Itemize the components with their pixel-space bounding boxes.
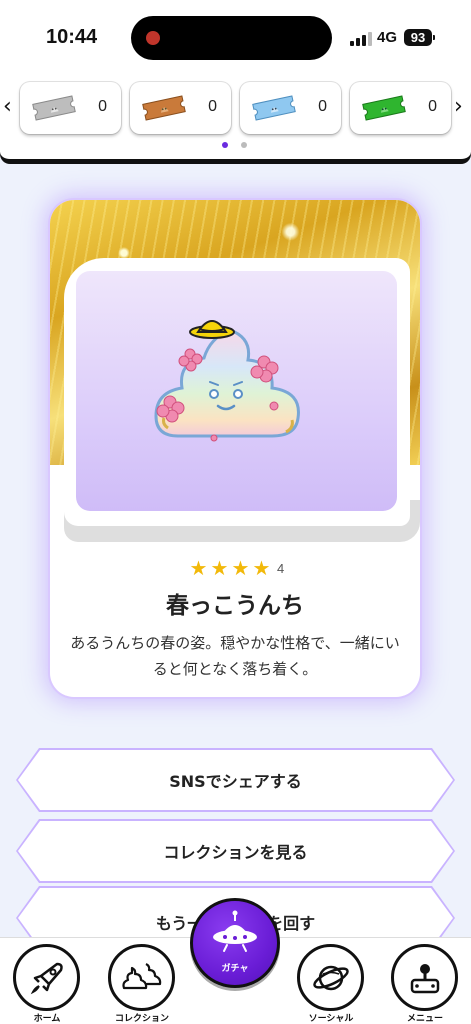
nav-social[interactable]: ソーシャル	[291, 938, 371, 1024]
carousel-dot[interactable]	[241, 142, 247, 148]
chevron-right-icon[interactable]: ›	[454, 94, 463, 119]
view-collection-label: コレクションを見る	[163, 843, 308, 862]
carousel-dot-active[interactable]	[222, 142, 228, 148]
spring-poop-character-icon	[154, 320, 300, 442]
blue-ticket-icon	[252, 95, 296, 121]
dynamic-island	[131, 16, 332, 60]
share-sns-button[interactable]: SNSでシェアする	[18, 750, 453, 810]
green-ticket-icon	[362, 95, 406, 121]
ticket-count: 0	[318, 98, 327, 115]
ticket-row: ‹ 0 0 0 0 ›	[0, 80, 471, 136]
ticket-count: 0	[428, 98, 437, 115]
nav-social-circle[interactable]	[297, 944, 364, 1011]
top-panel: 10:44 4G 93 ‹ 0 0 0 0 ›	[0, 0, 471, 162]
character-description: あるうんちの春の姿。穏やかな性格で、一緒にいると何となく落ち着く。	[70, 634, 400, 678]
nav-gacha-label: ガチャ	[221, 964, 249, 974]
nav-collection-circle[interactable]	[108, 944, 175, 1011]
share-sns-label: SNSでシェアする	[169, 772, 302, 791]
nav-menu-label: メニュー	[406, 1014, 443, 1024]
joystick-icon	[410, 963, 439, 993]
ticket-bronze[interactable]: 0	[130, 82, 231, 134]
nav-menu-circle[interactable]	[391, 944, 458, 1011]
character-card: ★ ★ ★ ★ 4 春っこうんち あるうんちの春の姿。穏やかな性格で、一緒にいる…	[50, 200, 420, 697]
nav-social-label: ソーシャル	[308, 1014, 354, 1024]
view-collection-button[interactable]: コレクションを見る	[18, 821, 453, 881]
status-bar: 10:44 4G 93	[0, 0, 471, 72]
nav-home[interactable]: ホーム	[7, 938, 87, 1024]
silver-ticket-icon	[32, 95, 76, 121]
signal-icon	[350, 30, 374, 46]
nav-menu[interactable]: メニュー	[385, 938, 465, 1024]
bronze-ticket-icon	[142, 95, 186, 121]
chevron-left-icon[interactable]: ‹	[3, 94, 12, 119]
rocket-icon	[30, 962, 63, 994]
nav-collection-label: コレクション	[114, 1014, 169, 1024]
star-icon: ★	[189, 556, 208, 580]
ufo-icon	[213, 910, 257, 952]
character-name: 春っこうんち	[166, 593, 304, 619]
poop-collection-icon	[121, 962, 161, 989]
rarity-stars: ★ ★ ★ ★ 4	[188, 556, 285, 580]
rarity-number: 4	[277, 560, 285, 576]
ticket-blue[interactable]: 0	[240, 82, 341, 134]
ticket-silver[interactable]: 0	[20, 82, 121, 134]
nav-collection[interactable]: コレクション	[102, 938, 182, 1024]
planet-icon	[312, 965, 349, 990]
star-icon: ★	[231, 556, 250, 580]
battery-indicator: 93	[404, 29, 435, 46]
nav-home-circle[interactable]	[13, 944, 80, 1011]
nav-gacha-button[interactable]: ガチャ	[190, 898, 280, 988]
network-type: 4G	[377, 29, 398, 46]
ticket-count: 0	[208, 98, 217, 115]
ticket-count: 0	[98, 98, 107, 115]
ticket-green[interactable]: 0	[350, 82, 451, 134]
recording-indicator-icon	[146, 31, 160, 45]
star-icon: ★	[210, 556, 229, 580]
nav-home-label: ホーム	[33, 1014, 61, 1024]
status-time: 10:44	[46, 26, 98, 48]
star-icon: ★	[252, 556, 271, 580]
